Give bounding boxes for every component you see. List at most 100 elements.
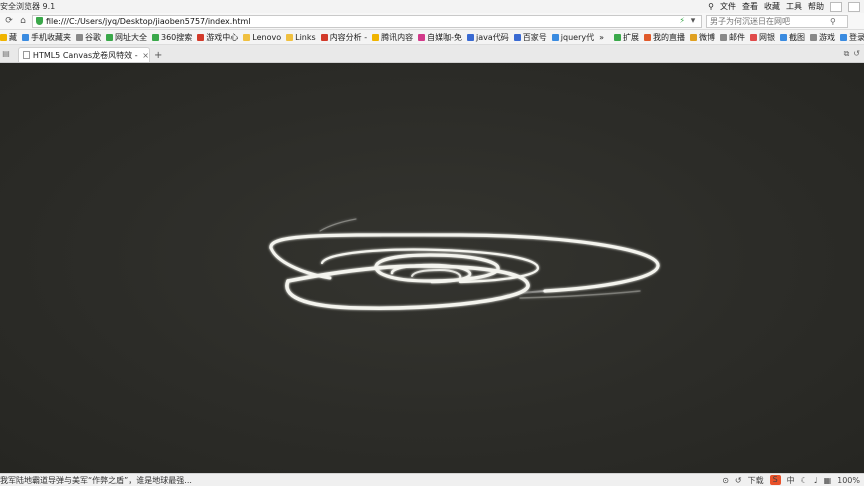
bookmark-12[interactable]: 百家号 xyxy=(513,32,547,43)
bookmarks-more-button[interactable]: » xyxy=(599,33,604,42)
bookmark-5[interactable]: 游戏中心 xyxy=(197,32,238,43)
bookmark-6[interactable]: Lenovo xyxy=(243,33,281,42)
news-ticker[interactable]: 我军陆地霸道导弹与美军“作弊之盾”，谁是地球最强... xyxy=(0,475,192,486)
security-shield-icon[interactable] xyxy=(36,17,43,25)
bookmark-label: java代码 xyxy=(476,32,509,42)
bookmark-8[interactable]: 内容分析 - xyxy=(320,32,367,43)
bookmark-favicon-icon xyxy=(286,33,294,41)
keyboard-icon[interactable]: ▦ xyxy=(824,476,832,485)
bookmark-favicon-icon xyxy=(513,33,521,41)
refresh-icon[interactable]: ⟳ xyxy=(4,16,14,26)
speed-mode-icon[interactable]: ⚡ xyxy=(679,16,685,26)
menu-favorites[interactable]: 收藏 xyxy=(764,1,780,12)
bookmark-11[interactable]: java代码 xyxy=(467,32,509,43)
dropdown-icon[interactable]: ▾ xyxy=(688,16,698,26)
search-input[interactable] xyxy=(710,16,830,26)
bookmark-favicon-icon xyxy=(418,33,426,41)
bookmark-favicon-icon xyxy=(750,33,758,41)
url-field[interactable]: file:///C:/Users/jyq/Desktop/jiaoben5757… xyxy=(32,14,702,28)
bookmark-label: 网银 xyxy=(759,32,776,42)
bookmark-label: 网址大全 xyxy=(115,32,147,42)
bookmark-favicon-icon xyxy=(76,33,83,41)
bookmark-9[interactable]: 腾讯内容 xyxy=(372,32,413,43)
bookmark-label: 微博 xyxy=(699,32,716,42)
bookmark-label: 游戏中心 xyxy=(206,32,239,42)
tab-label[interactable]: HTML5 Canvas龙卷风特效 - 站长 xyxy=(33,50,139,61)
menu-view[interactable]: 查看 xyxy=(742,1,758,12)
bookmark-1[interactable]: 手机收藏夹 xyxy=(22,32,71,43)
compat-icon[interactable]: ⊙ xyxy=(722,476,729,485)
bookmark-favicon-icon xyxy=(320,33,328,41)
toolbar-item-6[interactable]: 游戏 xyxy=(810,32,835,43)
toolbar-item-5[interactable]: 截图 xyxy=(780,32,805,43)
zoom-level[interactable]: 100% xyxy=(837,476,860,485)
toolbar-item-0[interactable]: 扩展 xyxy=(614,32,639,43)
bookmarks-bar: 藏 手机收藏夹 谷歌 网址大全 360搜索 游戏中心 Lenovo Links 内容分析 - 腾讯… xyxy=(0,30,864,45)
bookmark-label: 登录管家 xyxy=(849,32,864,42)
spiral-streak xyxy=(319,218,357,232)
bookmark-13[interactable]: jquery代 xyxy=(551,32,595,43)
bookmark-label: 百家号 xyxy=(522,32,547,42)
menu-file[interactable]: 文件 xyxy=(720,1,736,12)
moon-icon[interactable]: ☾ xyxy=(801,476,808,485)
menu-help[interactable]: 帮助 xyxy=(808,1,824,12)
bookmark-label: 邮件 xyxy=(729,32,746,42)
bookmark-favicon-icon xyxy=(467,33,475,41)
url-text[interactable]: file:///C:/Users/jyq/Desktop/jiaoben5757… xyxy=(46,17,250,26)
menu-tools[interactable]: 工具 xyxy=(786,1,802,12)
toolbar-item-4[interactable]: 网银 xyxy=(750,32,775,43)
bookmark-favicon-icon xyxy=(197,33,205,41)
bookmark-label: 我的直播 xyxy=(653,32,686,42)
skin-button[interactable] xyxy=(830,1,842,12)
tornado-spiral xyxy=(269,218,660,311)
bookmark-2[interactable]: 谷歌 xyxy=(76,32,101,43)
bookmark-0[interactable]: 藏 xyxy=(0,32,17,43)
home-icon[interactable]: ⌂ xyxy=(18,16,28,26)
bookmark-favicon-icon xyxy=(0,33,7,41)
bookmark-3[interactable]: 网址大全 xyxy=(106,32,147,43)
address-bar: ⟳ ⌂ file:///C:/Users/jyq/Desktop/jiaoben… xyxy=(0,13,864,30)
bookmark-label: 谷歌 xyxy=(85,32,101,42)
toolbar-item-1[interactable]: 我的直播 xyxy=(644,32,685,43)
tab-bar: ▤ HTML5 Canvas龙卷风特效 - 站长 × + ⧉ ↺ xyxy=(0,45,864,63)
canvas-area[interactable] xyxy=(0,63,864,473)
bookmark-7[interactable]: Links xyxy=(286,33,316,42)
bookmark-label: 腾讯内容 xyxy=(381,32,414,42)
bookmark-label: 360搜索 xyxy=(161,32,193,42)
bookmark-favicon-icon xyxy=(372,33,380,41)
spiral-core-inner xyxy=(411,268,462,279)
bookmark-10[interactable]: 自媒咖-免 xyxy=(418,32,462,43)
tab-active[interactable]: HTML5 Canvas龙卷风特效 - 站长 × xyxy=(18,47,150,62)
bookmark-label: 手机收藏夹 xyxy=(31,32,71,42)
download-label[interactable]: 下载 xyxy=(748,475,764,486)
undo-close-icon[interactable]: ↺ xyxy=(853,49,860,59)
bookmark-label: 游戏 xyxy=(819,32,836,42)
bookmark-favicon-icon xyxy=(614,33,622,41)
bookmark-favicon-icon xyxy=(810,33,818,41)
undo-icon[interactable]: ↺ xyxy=(735,476,742,485)
bookmark-label: jquery代 xyxy=(560,32,595,42)
ime-mode[interactable]: 中 xyxy=(787,475,795,486)
ime-logo-icon[interactable]: S xyxy=(769,475,781,485)
bookmark-label: 扩展 xyxy=(623,32,640,42)
bookmark-favicon-icon xyxy=(243,33,251,41)
menu-bar: ⚲ 文件 查看 收藏 工具 帮助 xyxy=(708,1,864,12)
minimize-button[interactable] xyxy=(848,1,860,12)
user-icon[interactable]: ⚲ xyxy=(708,2,714,11)
bookmark-favicon-icon xyxy=(840,33,848,41)
bookmark-favicon-icon xyxy=(22,33,29,41)
search-box[interactable]: ⚲ xyxy=(706,14,848,28)
window-title: 安全浏览器 9.1 xyxy=(0,2,56,11)
toolbar-item-3[interactable]: 邮件 xyxy=(720,32,745,43)
new-tab-button[interactable]: + xyxy=(154,50,162,61)
toolbar-item-7[interactable]: 登录管家 xyxy=(840,32,864,43)
close-tab-icon[interactable]: × xyxy=(142,51,149,60)
toolbar-item-2[interactable]: 微博 xyxy=(690,32,715,43)
search-icon[interactable]: ⚲ xyxy=(830,17,836,26)
tab-list-icon[interactable]: ⧉ xyxy=(844,49,850,59)
sidebar-toggle-icon[interactable]: ▤ xyxy=(0,45,12,62)
bookmark-favicon-icon xyxy=(720,33,728,41)
bookmark-4[interactable]: 360搜索 xyxy=(152,32,192,43)
mic-icon[interactable]: ♩ xyxy=(814,476,818,485)
bookmark-favicon-icon xyxy=(152,33,159,41)
